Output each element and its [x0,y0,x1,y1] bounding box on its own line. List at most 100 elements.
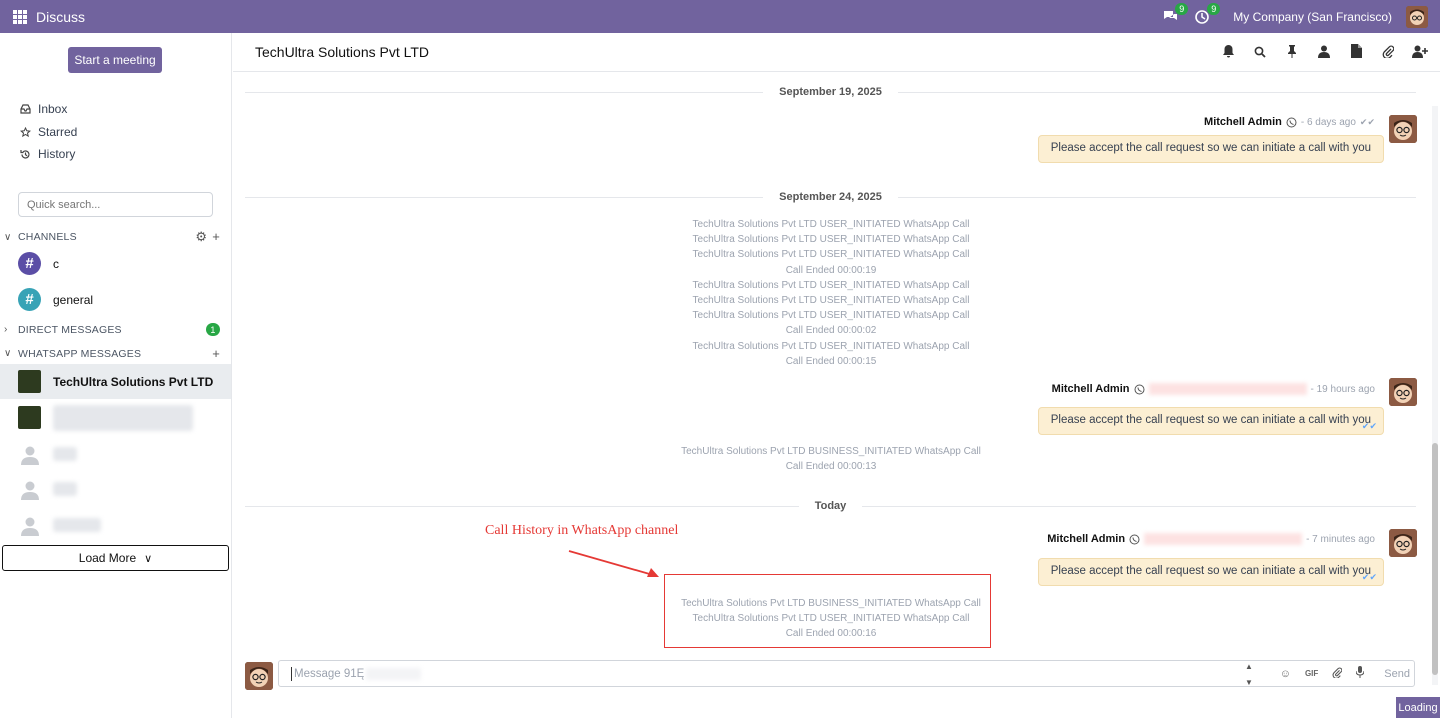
gear-icon[interactable]: ⚙ [195,229,207,245]
direct-heading: DIRECT MESSAGES [18,323,122,336]
sidebar-item-label: Starred [38,125,78,139]
message-header: Mitchell Admin - 6 days ago ✔✔ [1204,116,1375,128]
author-avatar [245,662,273,690]
message-bubble[interactable]: Please accept the call request so we can… [1037,135,1384,163]
whatsapp-item[interactable] [0,471,231,506]
call-log-line: Call Ended 00:00:02 [785,325,877,337]
call-log-line: Call Ended 00:00:15 [785,355,877,367]
add-channel-icon[interactable]: + [212,229,220,245]
thread-panel: TechUltra Solutions Pvt LTD September 19… [233,33,1440,718]
whatsapp-icon [1129,534,1140,544]
channel-name: general [53,292,94,307]
contact-avatar [18,406,41,429]
whatsapp-icon [1134,384,1144,394]
messaging-menu[interactable]: 9 [1161,2,1189,26]
call-log-line: Call Ended 00:00:19 [785,264,877,276]
add-user-icon[interactable] [1412,45,1428,61]
activities-count-badge: 9 [1207,2,1221,15]
person-icon [18,513,41,536]
message-text: Please accept the call request so we can… [1050,142,1371,154]
top-navbar: Discuss 9 9 My Company (San Francisco) [0,0,1440,33]
author-avatar[interactable] [1389,115,1417,143]
attachment-icon[interactable] [1380,45,1396,61]
app-title[interactable]: Discuss [36,9,85,25]
annotation-arrow-icon [568,550,659,577]
whatsapp-item[interactable] [0,436,231,471]
composer: Message 91Ę ▲ ▼ ☺ GIF Send [233,657,1440,717]
redacted-name [53,517,101,532]
resize-arrows-icon[interactable]: ▲ ▼ [1245,663,1253,687]
channel-item-c[interactable]: # c [18,252,59,275]
channels-section-header[interactable]: ∨ CHANNELS ⚙ + [4,229,220,245]
call-log-line: TechUltra Solutions Pvt LTD USER_INITIAT… [692,613,970,625]
message-bubble[interactable]: Please accept the call request so we can… [1037,407,1384,435]
user-avatar[interactable] [1406,5,1428,28]
search-icon[interactable] [1252,45,1268,61]
member-icon[interactable] [1316,45,1332,61]
redacted-name [53,404,193,431]
direct-messages-section-header[interactable]: › DIRECT MESSAGES 1 [4,323,220,336]
call-log-line: TechUltra Solutions Pvt LTD USER_INITIAT… [692,295,970,307]
emoji-icon[interactable]: ☺ [1280,668,1291,680]
whatsapp-item-label: TechUltra Solutions Pvt LTD [53,374,214,389]
microphone-icon[interactable] [1355,666,1365,681]
date-label: September 19, 2025 [779,86,882,98]
message-placeholder: Message 91Ę [294,667,365,680]
star-icon [20,126,31,137]
whatsapp-item[interactable] [0,400,231,435]
sidebar-item-label: Inbox [38,102,68,116]
scrollbar-thumb[interactable] [1432,443,1438,675]
hash-icon: # [18,252,41,275]
call-log-line: Call Ended 00:00:13 [785,461,877,473]
sidebar-item-history[interactable]: History [20,147,75,161]
bell-icon[interactable] [1220,44,1236,61]
author-name[interactable]: Mitchell Admin [1052,383,1130,395]
loading-indicator: Loading [1396,697,1440,718]
company-switcher[interactable]: My Company (San Francisco) [1233,10,1392,24]
load-more-button[interactable]: Load More ∨ [2,545,229,571]
author-avatar[interactable] [1389,378,1417,406]
whatsapp-item-active[interactable]: TechUltra Solutions Pvt LTD [0,364,231,399]
author-name[interactable]: Mitchell Admin [1047,533,1125,545]
add-whatsapp-icon[interactable]: + [212,346,220,361]
date-separator: Today [245,499,1416,513]
discuss-sidebar: Start a meeting Inbox Starred History ∨ … [0,33,232,718]
chevron-down-icon: ∨ [144,552,153,565]
channel-item-general[interactable]: # general [18,288,93,311]
author-name[interactable]: Mitchell Admin [1204,116,1282,128]
sidebar-item-inbox[interactable]: Inbox [20,102,67,116]
inbox-icon [20,104,31,114]
direct-count-badge: 1 [206,323,220,336]
message-text: Please accept the call request so we can… [1050,414,1371,426]
history-icon [20,149,30,159]
send-button[interactable]: Send [1384,668,1410,680]
sidebar-item-starred[interactable]: Starred [20,125,77,139]
file-icon[interactable] [1348,44,1364,61]
apps-menu-icon[interactable] [13,9,27,24]
double-check-icon: ✔✔ [1361,421,1377,431]
message-header: Mitchell Admin - 19 hours ago [1052,383,1375,395]
channel-name: c [53,256,59,271]
call-log-line: TechUltra Solutions Pvt LTD USER_INITIAT… [692,219,970,230]
person-icon [18,477,41,500]
activity-menu[interactable]: 9 [1193,2,1221,26]
date-separator: September 24, 2025 [245,190,1416,204]
author-avatar[interactable] [1389,529,1417,557]
person-icon [18,442,41,465]
whatsapp-section-header[interactable]: ∨ WHATSAPP MESSAGES + [4,346,220,361]
pin-icon[interactable] [1284,44,1300,61]
message-bubble[interactable]: Please accept the call request so we can… [1037,558,1384,586]
call-log-line: TechUltra Solutions Pvt LTD USER_INITIAT… [692,310,970,322]
quick-search-input[interactable] [18,192,213,217]
call-log-block: TechUltra Solutions Pvt LTD BUSINESS_INI… [598,596,1064,642]
message-header: Mitchell Admin - 7 minutes ago [1047,533,1375,545]
redacted-name [53,481,77,496]
chevron-down-icon: ∨ [4,231,12,243]
thread-title: TechUltra Solutions Pvt LTD [255,44,430,60]
start-meeting-button[interactable]: Start a meeting [68,47,162,73]
gif-button[interactable]: GIF [1305,669,1318,678]
whatsapp-item[interactable] [0,507,231,542]
attachment-icon[interactable] [1332,667,1343,681]
chevron-right-icon: › [4,324,8,335]
chevron-down-icon: ∨ [4,348,12,359]
